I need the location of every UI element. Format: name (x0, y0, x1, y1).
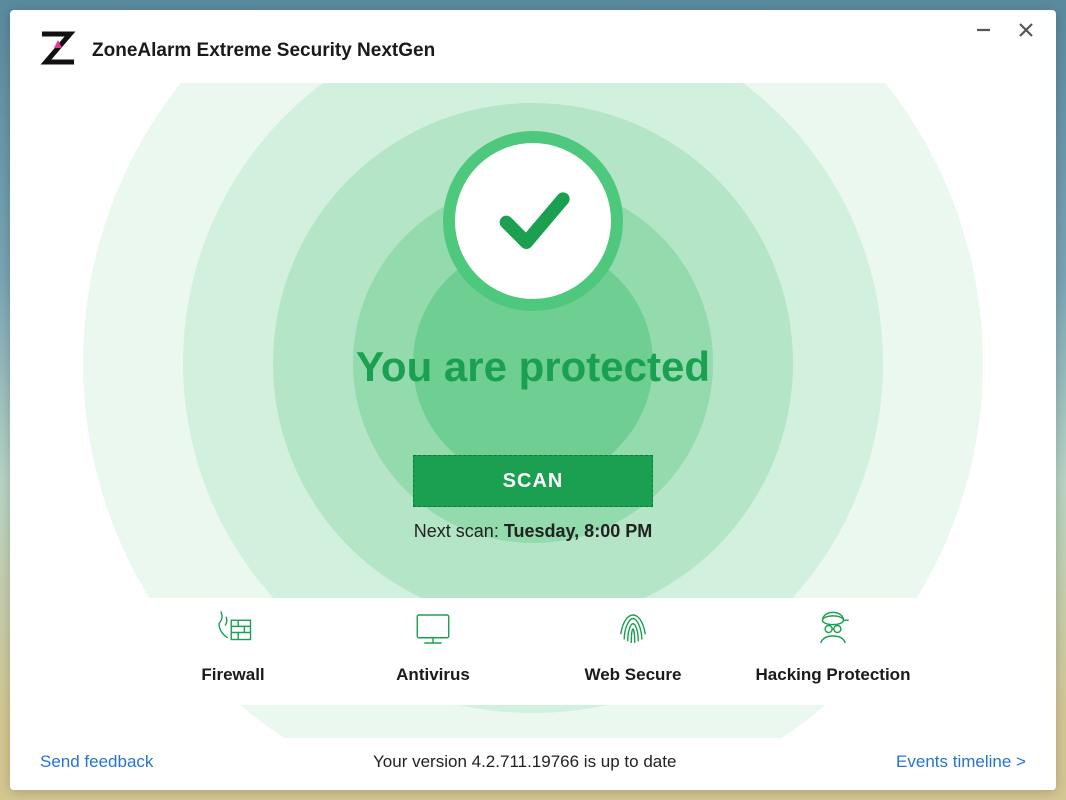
module-hacking-protection[interactable]: Hacking Protection (733, 608, 933, 685)
header-icons (956, 52, 1016, 70)
footer: Send feedback Your version 4.2.711.19766… (10, 738, 1056, 790)
module-label: Antivirus (396, 665, 470, 685)
monitor-icon (412, 608, 454, 655)
module-label: Hacking Protection (756, 665, 911, 685)
fingerprint-icon (612, 608, 654, 655)
status-headline: You are protected (356, 343, 710, 391)
send-feedback-link[interactable]: Send feedback (40, 752, 153, 772)
firewall-icon (212, 608, 254, 655)
events-timeline-link[interactable]: Events timeline > (896, 752, 1026, 772)
module-label: Web Secure (584, 665, 681, 685)
app-window: ZoneAlarm Extreme Security NextGen You a… (10, 10, 1056, 790)
brand: ZoneAlarm Extreme Security NextGen (38, 28, 435, 73)
next-scan-time: Tuesday, 8:00 PM (504, 521, 652, 541)
module-web-secure[interactable]: Web Secure (533, 608, 733, 685)
version-text: Your version 4.2.711.19766 is up to date (373, 752, 676, 772)
hacker-icon (812, 608, 854, 655)
check-icon (493, 179, 573, 264)
modules-row: Firewall Antivirus Web Secure Hacking Pr… (93, 598, 973, 705)
app-title: ZoneAlarm Extreme Security NextGen (92, 40, 435, 62)
next-scan-text: Next scan: Tuesday, 8:00 PM (414, 521, 652, 542)
main-status-area: You are protected SCAN Next scan: Tuesda… (10, 83, 1056, 738)
module-antivirus[interactable]: Antivirus (333, 608, 533, 685)
next-scan-label: Next scan: (414, 521, 504, 541)
logo-icon (38, 28, 78, 73)
status-check-circle (443, 131, 623, 311)
module-firewall[interactable]: Firewall (133, 608, 333, 685)
scan-button[interactable]: SCAN (413, 455, 653, 507)
module-label: Firewall (201, 665, 264, 685)
titlebar: ZoneAlarm Extreme Security NextGen (10, 10, 1056, 83)
